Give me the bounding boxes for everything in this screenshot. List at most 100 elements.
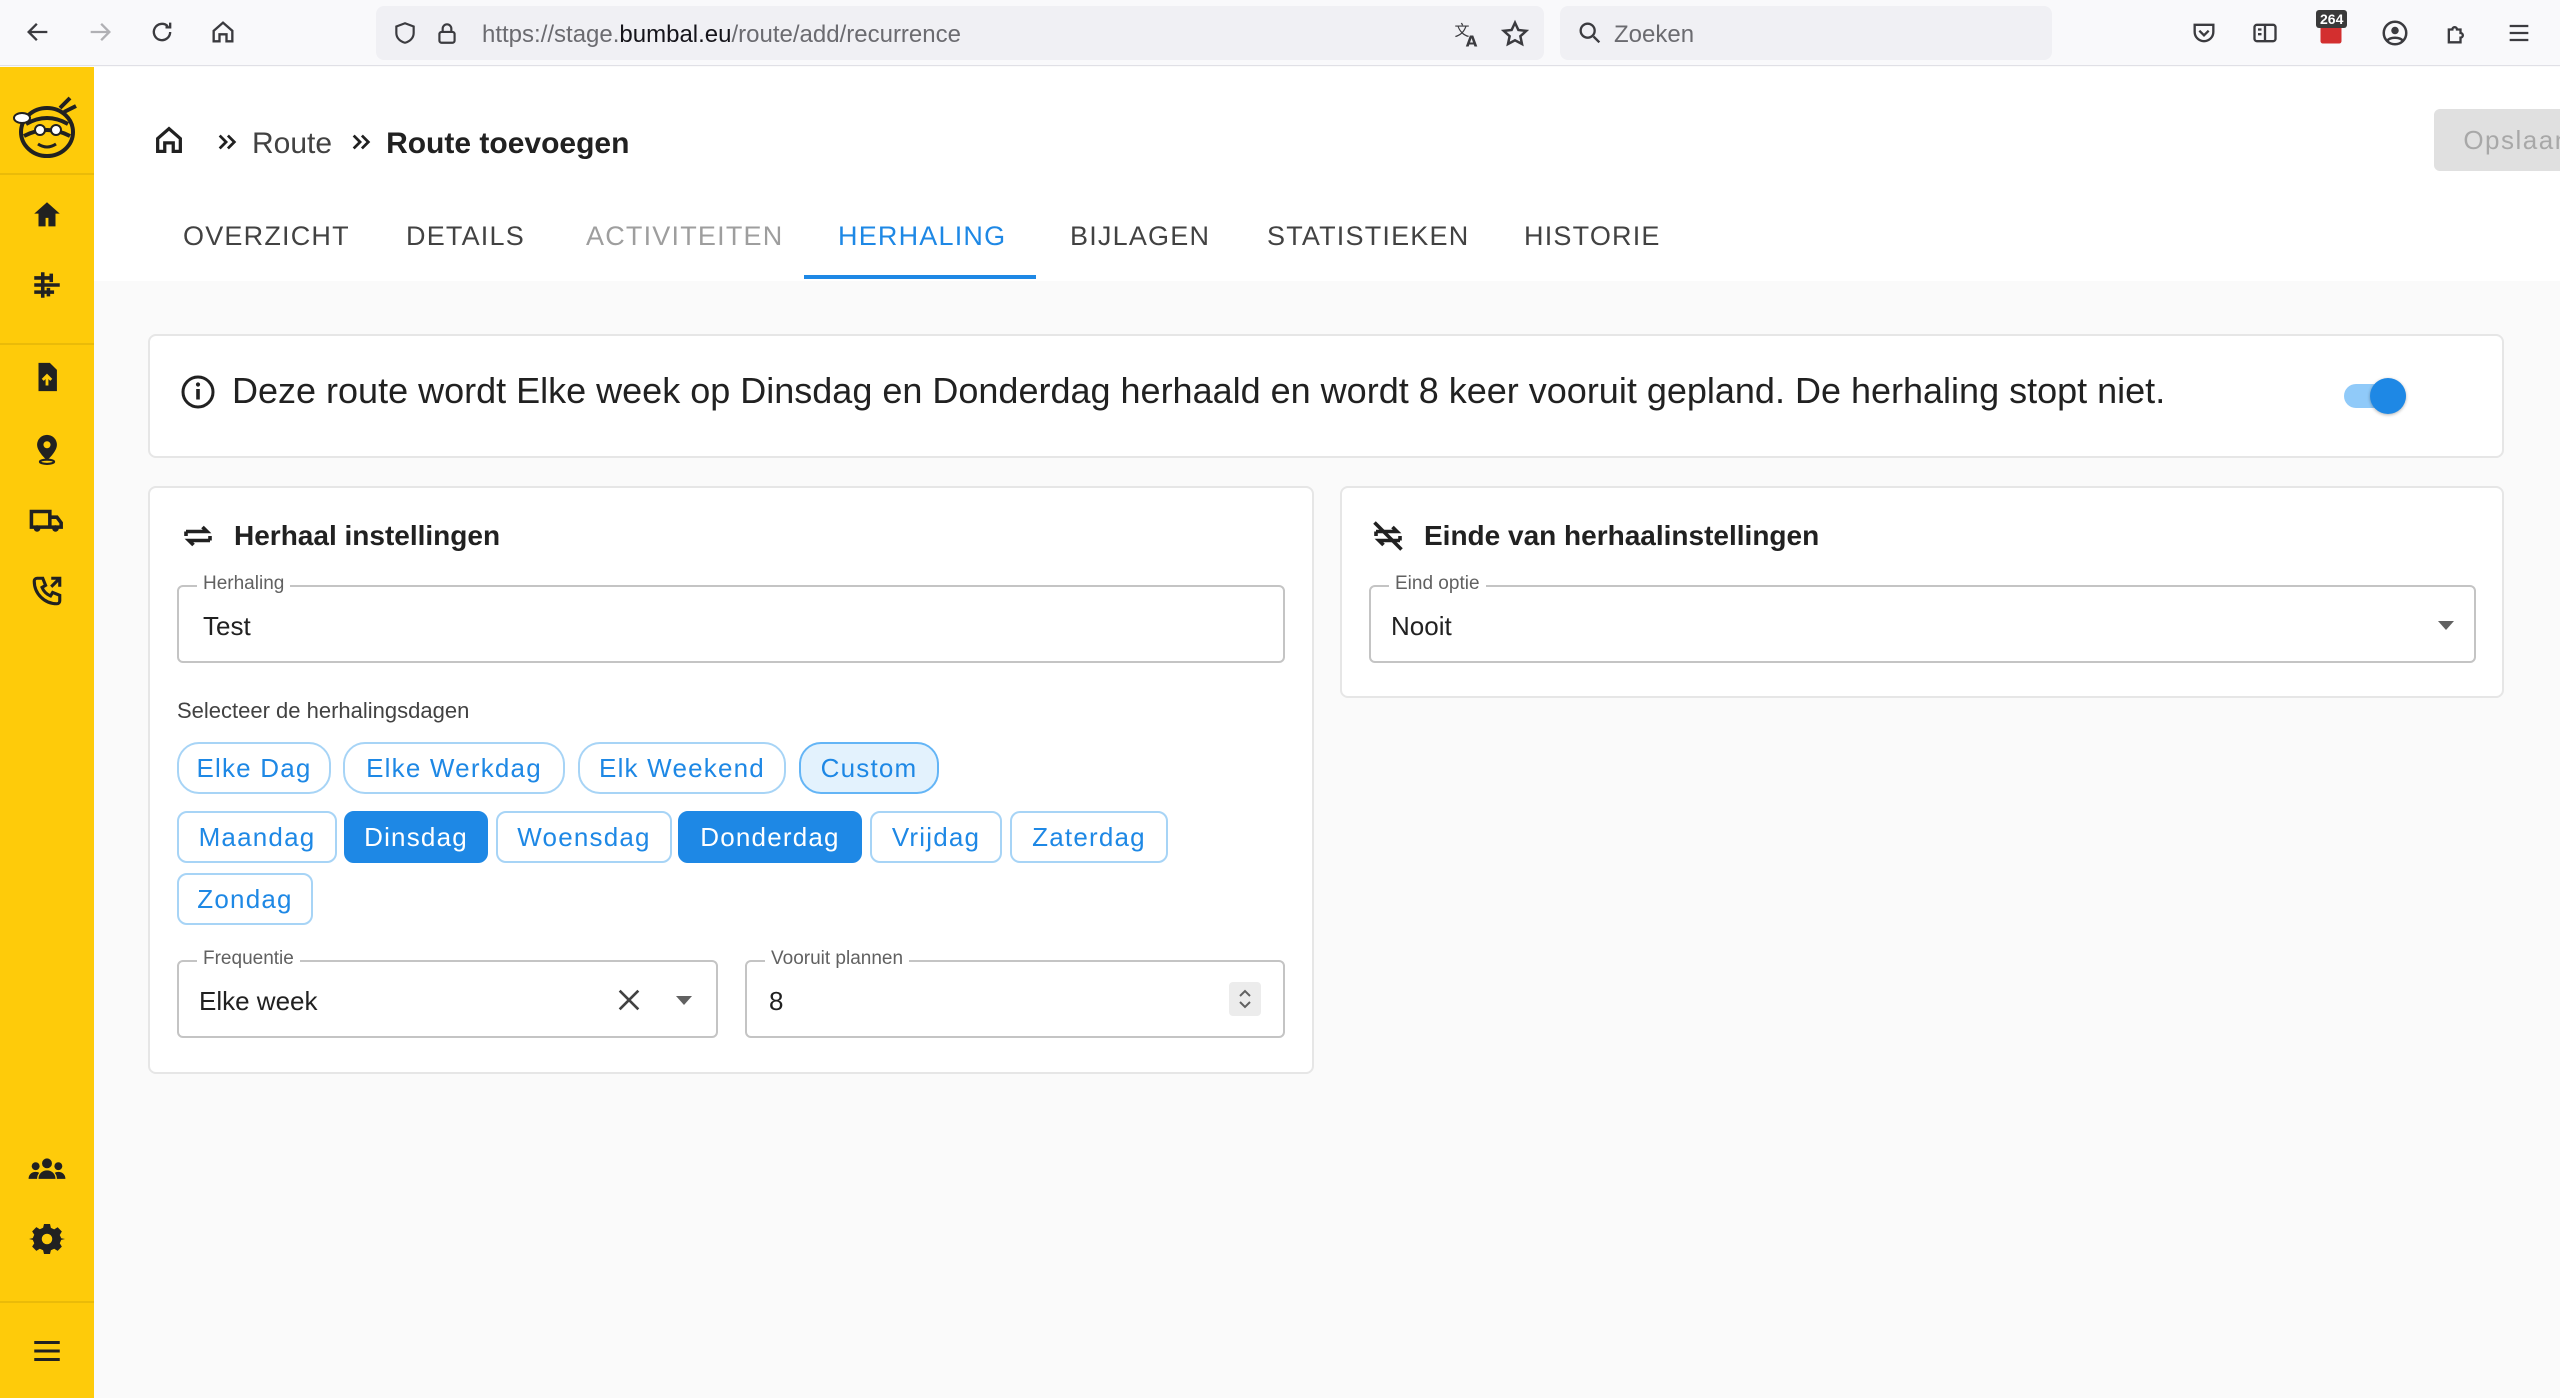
forward-arrow-icon[interactable] [82, 14, 118, 50]
sidebar-item-users[interactable] [0, 1139, 94, 1199]
close-icon[interactable] [613, 984, 645, 1021]
day-zondag[interactable]: Zondag [177, 873, 313, 925]
sidebar-item-menu[interactable] [0, 1321, 94, 1381]
repeat-off-icon [1373, 521, 1403, 551]
search-icon [1576, 19, 1604, 52]
info-icon [180, 374, 216, 415]
sidebar [0, 67, 94, 1398]
day-vrijdag[interactable]: Vrijdag [870, 811, 1002, 863]
search-placeholder: Zoeken [1614, 21, 1695, 48]
sidebar-divider [0, 173, 94, 175]
sidebar-divider [0, 1301, 94, 1303]
reload-icon[interactable] [144, 14, 180, 50]
tab-overzicht[interactable]: OVERZICHT [183, 221, 350, 281]
repeat-settings-header: Herhaal instellingen [180, 518, 500, 554]
map-pin-icon [37, 434, 57, 465]
summary-text: Deze route wordt Elke week op Dinsdag en… [232, 370, 2166, 411]
file-upload-icon [38, 362, 57, 392]
end-option-value: Nooit [1391, 611, 1452, 641]
planning-icon [34, 272, 60, 298]
truck-icon [29, 509, 63, 532]
tab-historie[interactable]: HISTORIE [1524, 221, 1661, 281]
svg-text:A: A [1466, 33, 1478, 50]
star-icon[interactable] [1500, 19, 1530, 54]
preset-elk-weekend[interactable]: Elk Weekend [578, 742, 786, 794]
frequency-select[interactable]: Frequentie Elke week [177, 948, 718, 1038]
tab-herhaling[interactable]: HERHALING [838, 221, 1006, 281]
translate-icon[interactable]: 文A [1452, 19, 1482, 54]
active-tab-indicator [804, 275, 1036, 279]
people-icon [28, 1158, 66, 1179]
day-maandag[interactable]: Maandag [177, 811, 337, 863]
bumbal-logo[interactable] [0, 87, 94, 171]
sidebar-item-import[interactable] [0, 347, 94, 407]
day-donderdag[interactable]: Donderdag [678, 811, 862, 863]
sidebar-item-vehicles[interactable] [0, 490, 94, 550]
recurrence-name-field[interactable]: Herhaling Test [177, 573, 1285, 663]
sidebar-item-settings[interactable] [0, 1209, 94, 1269]
number-stepper-icon[interactable] [1229, 982, 1261, 1016]
day-zaterdag[interactable]: Zaterdag [1010, 811, 1168, 863]
preset-custom[interactable]: Custom [799, 742, 939, 794]
toggle-knob[interactable] [2370, 378, 2406, 414]
back-arrow-icon[interactable] [20, 14, 56, 50]
end-option-select[interactable]: Eind optie Nooit [1369, 573, 2476, 663]
pocket-icon[interactable] [2187, 16, 2221, 50]
url-bar[interactable]: https://stage.bumbal.eu/route/add/recurr… [376, 6, 1544, 60]
repeat-settings-title: Herhaal instellingen [234, 520, 501, 551]
frequency-value: Elke week [199, 986, 318, 1016]
sidebar-item-planning[interactable] [0, 255, 94, 315]
tab-statistieken[interactable]: STATISTIEKEN [1267, 221, 1469, 281]
sidebar-item-calls[interactable] [0, 561, 94, 621]
breadcrumb-home[interactable] [152, 123, 186, 165]
caret-down-icon[interactable] [675, 994, 693, 1012]
url-path: /route/add/recurrence [731, 21, 961, 48]
home-icon[interactable] [205, 14, 241, 50]
home-icon [34, 202, 60, 227]
extension-badge: 264 [2316, 10, 2348, 28]
account-icon[interactable] [2378, 16, 2412, 50]
day-dinsdag[interactable]: Dinsdag [344, 811, 488, 863]
chevron-double-right-icon [350, 127, 372, 161]
search-bar[interactable]: Zoeken [1560, 6, 2052, 60]
end-settings-header: Einde van herhaalinstellingen [1370, 518, 1819, 554]
caret-down-icon[interactable] [2437, 619, 2455, 637]
page-header: Route Route toevoegen Opslaan OVERZICHT … [94, 67, 2560, 281]
repeat-icon [184, 525, 212, 547]
url-prefix: https://stage. [482, 21, 620, 48]
recurrence-name-label: Herhaling [197, 573, 291, 595]
end-settings-title: Einde van herhaalinstellingen [1424, 520, 1820, 551]
plan-ahead-value: 8 [769, 986, 784, 1016]
end-option-label: Eind optie [1389, 573, 1486, 595]
sidebar-item-locations[interactable] [0, 419, 94, 479]
browser-toolbar: https://stage.bumbal.eu/route/add/recurr… [0, 0, 2560, 66]
gear-icon [29, 1224, 65, 1254]
sidebar-item-home[interactable] [0, 185, 94, 245]
shield-icon[interactable] [392, 20, 418, 51]
lock-icon[interactable] [434, 20, 460, 51]
puzzle-icon[interactable] [2440, 16, 2474, 50]
reader-icon[interactable] [2248, 16, 2282, 50]
tab-details[interactable]: DETAILS [406, 221, 525, 281]
chevron-double-right-icon [216, 127, 238, 161]
url-text: https://stage.bumbal.eu/route/add/recurr… [482, 21, 961, 49]
days-label: Selecteer de herhalingsdagen [177, 698, 470, 723]
breadcrumb-route[interactable]: Route [252, 127, 332, 161]
frequency-label: Frequentie [197, 948, 300, 970]
preset-elke-werkdag[interactable]: Elke Werkdag [343, 742, 565, 794]
breadcrumb: Route Route toevoegen [152, 123, 629, 165]
hamburger-icon [34, 1340, 60, 1362]
plan-ahead-label: Vooruit plannen [765, 948, 910, 970]
home-icon [156, 126, 182, 153]
plan-ahead-input[interactable]: Vooruit plannen 8 [745, 948, 1285, 1038]
tab-bijlagen[interactable]: BIJLAGEN [1070, 221, 1210, 281]
menu-icon[interactable] [2502, 16, 2536, 50]
tab-activiteiten: ACTIVITEITEN [586, 221, 784, 251]
save-button[interactable]: Opslaan [2434, 109, 2560, 171]
page-title: Route toevoegen [386, 127, 630, 160]
sidebar-divider [0, 343, 94, 345]
day-woensdag[interactable]: Woensdag [496, 811, 672, 863]
phone-forward-icon [32, 576, 62, 606]
recurrence-name-value: Test [203, 611, 251, 641]
preset-elke-dag[interactable]: Elke Dag [177, 742, 331, 794]
